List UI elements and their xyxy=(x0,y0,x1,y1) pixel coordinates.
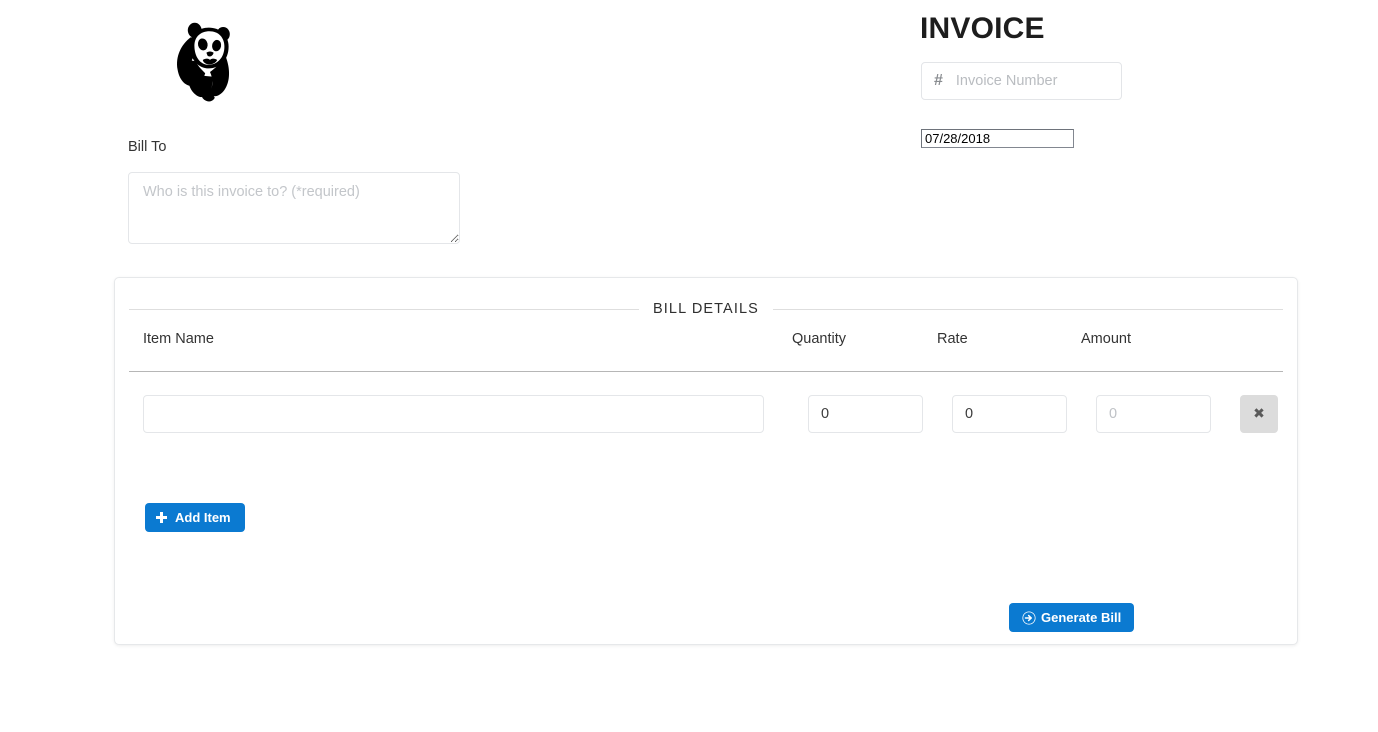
invoice-page: INVOICE # Bill To BILL DETAILS Item Name… xyxy=(0,0,1378,732)
hash-icon: # xyxy=(934,72,943,89)
column-header-rate: Rate xyxy=(937,331,968,347)
page-title: INVOICE xyxy=(920,12,1045,45)
invoice-date-input[interactable] xyxy=(921,129,1074,148)
item-name-input[interactable] xyxy=(143,395,764,433)
quantity-input[interactable] xyxy=(808,395,923,433)
column-header-amount: Amount xyxy=(1081,331,1131,347)
close-x-icon: ✖ xyxy=(1253,406,1265,422)
bill-to-label: Bill To xyxy=(128,139,167,155)
table-header-divider xyxy=(129,371,1283,372)
add-item-label: Add Item xyxy=(175,510,231,525)
delete-row-button[interactable]: ✖ xyxy=(1240,395,1278,433)
arrow-circle-right-icon xyxy=(1022,610,1036,625)
wwf-panda-logo xyxy=(168,18,240,102)
rate-input[interactable] xyxy=(952,395,1067,433)
plus-icon xyxy=(156,512,167,523)
legend-divider-left xyxy=(129,308,639,310)
column-header-item-name: Item Name xyxy=(143,331,214,347)
table-header-row: Item Name Quantity Rate Amount xyxy=(129,331,1283,371)
invoice-number-input[interactable] xyxy=(955,73,1106,89)
amount-input xyxy=(1096,395,1211,433)
generate-bill-button[interactable]: Generate Bill xyxy=(1009,603,1135,632)
bill-to-textarea[interactable] xyxy=(128,172,460,244)
bill-details-legend-label: BILL DETAILS xyxy=(653,301,759,317)
legend-divider-right xyxy=(772,308,1283,310)
column-header-quantity: Quantity xyxy=(792,331,846,347)
bill-details-legend: BILL DETAILS xyxy=(129,301,1283,317)
invoice-number-field[interactable]: # xyxy=(921,62,1122,100)
bill-details-card: BILL DETAILS Item Name Quantity Rate Amo… xyxy=(114,277,1298,645)
add-item-button[interactable]: Add Item xyxy=(145,503,245,532)
generate-bill-label: Generate Bill xyxy=(1041,610,1122,625)
table-row: ✖ xyxy=(129,395,1283,433)
